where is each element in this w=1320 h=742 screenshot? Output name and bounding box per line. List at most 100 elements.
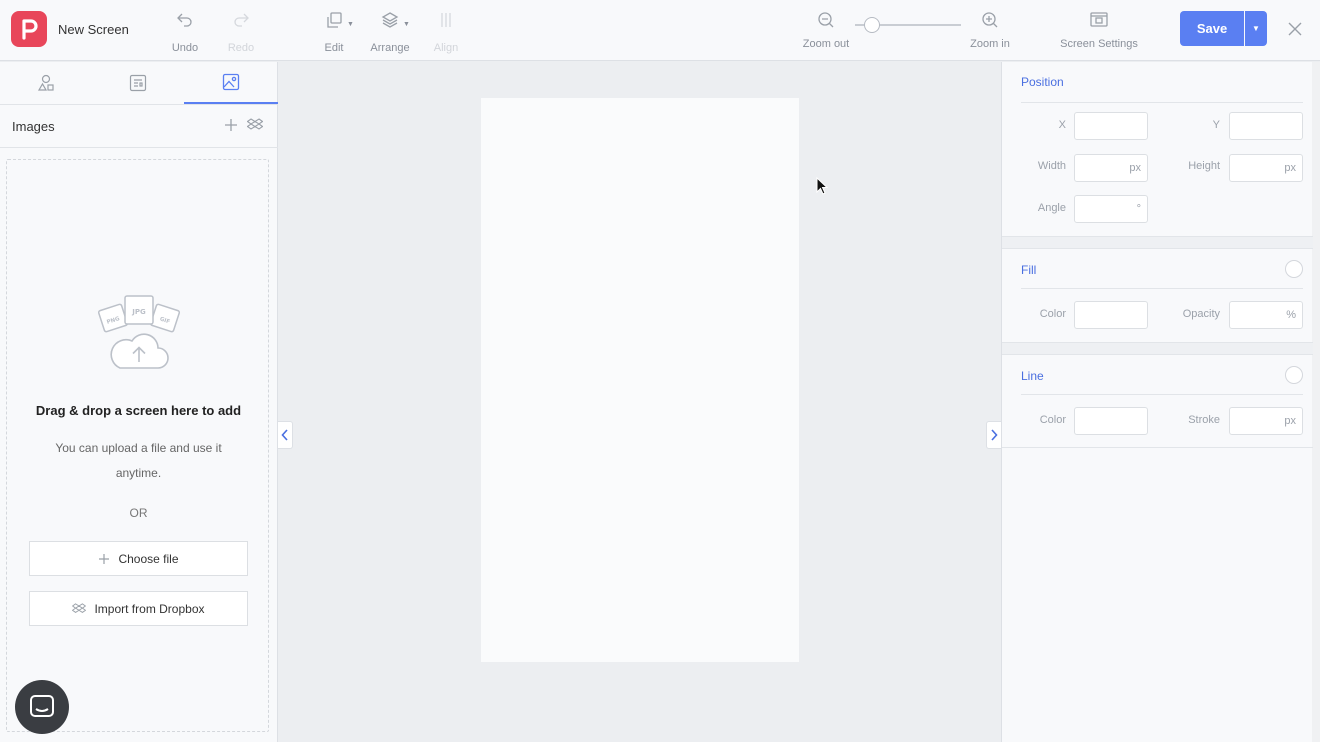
screen-settings-label: Screen Settings	[1060, 38, 1138, 50]
properties-scrollbar[interactable]	[1312, 62, 1320, 742]
left-panel: Images JPG PNG GIF Drag & drop a screen …	[0, 62, 278, 742]
tab-components[interactable]	[92, 62, 184, 104]
zoom-in-button[interactable]: Zoom in	[966, 10, 1014, 50]
edit-button[interactable]: Edit	[318, 10, 350, 54]
zoom-in-label: Zoom in	[970, 38, 1010, 50]
align-button[interactable]: Align	[430, 10, 462, 54]
chevron-down-icon: ▼	[1252, 24, 1260, 33]
import-dropbox-button[interactable]: Import from Dropbox	[29, 591, 248, 626]
section-divider	[1021, 394, 1303, 395]
opacity-input[interactable]: %	[1229, 301, 1303, 329]
section-divider	[1021, 102, 1303, 103]
chat-icon	[30, 695, 54, 717]
screen-artboard[interactable]	[481, 98, 799, 662]
tab-shapes[interactable]	[0, 62, 92, 104]
redo-label: Redo	[227, 42, 255, 54]
components-icon	[129, 74, 147, 92]
angle-unit: °	[1136, 203, 1141, 215]
height-unit: px	[1284, 162, 1296, 174]
fill-section-title: Fill	[1021, 263, 1037, 277]
angle-input[interactable]: °	[1074, 195, 1148, 223]
add-image-icon[interactable]	[224, 118, 238, 132]
height-input[interactable]: px	[1229, 154, 1303, 182]
jpg-label: JPG	[131, 308, 146, 316]
line-color-input[interactable]	[1074, 407, 1148, 435]
tab-images[interactable]	[184, 62, 278, 104]
save-options-dropdown[interactable]: ▼	[1245, 11, 1267, 46]
fill-color-input[interactable]	[1074, 301, 1148, 329]
mouse-cursor-icon	[816, 177, 829, 195]
dropzone-or: OR	[129, 506, 148, 520]
save-button[interactable]: Save	[1180, 11, 1244, 46]
fill-toggle[interactable]	[1285, 260, 1303, 278]
x-input[interactable]	[1074, 112, 1148, 140]
close-icon[interactable]	[1287, 21, 1303, 37]
line-toggle[interactable]	[1285, 366, 1303, 384]
height-label: Height	[1188, 160, 1220, 172]
document-title[interactable]: New Screen	[58, 22, 129, 37]
section-divider	[0, 147, 278, 148]
upload-files-illustration: JPG PNG GIF	[98, 295, 180, 369]
edit-label: Edit	[324, 42, 344, 54]
stroke-input[interactable]: px	[1229, 407, 1303, 435]
choose-file-button[interactable]: Choose file	[29, 541, 248, 576]
undo-icon	[177, 13, 192, 27]
line-section-title: Line	[1021, 369, 1044, 383]
tabs-divider	[0, 104, 278, 105]
y-label: Y	[1212, 119, 1220, 131]
section-separator	[1002, 236, 1313, 249]
chevron-right-icon	[991, 429, 998, 441]
zoom-out-label: Zoom out	[802, 38, 850, 50]
image-dropzone[interactable]: JPG PNG GIF Drag & drop a screen here to…	[6, 159, 269, 732]
image-icon	[222, 73, 240, 91]
arrange-label: Arrange	[370, 42, 410, 54]
undo-label: Undo	[171, 42, 199, 54]
stroke-label: Stroke	[1188, 414, 1220, 426]
chat-launcher[interactable]	[15, 680, 69, 734]
zoom-out-button[interactable]: Zoom out	[801, 10, 851, 50]
import-dropbox-label: Import from Dropbox	[94, 601, 205, 616]
stroke-unit: px	[1284, 415, 1296, 427]
shapes-icon	[37, 74, 54, 91]
y-input[interactable]	[1229, 112, 1303, 140]
zoom-in-icon	[982, 12, 998, 28]
redo-icon	[234, 13, 249, 27]
width-unit: px	[1129, 162, 1141, 174]
section-separator	[1002, 342, 1313, 355]
collapse-right-panel-button[interactable]	[986, 421, 1001, 449]
top-toolbar: New Screen Undo Redo Edit ▼ Arrange ▼ Al…	[0, 0, 1320, 61]
angle-label: Angle	[1037, 202, 1066, 214]
opacity-label: Opacity	[1182, 308, 1220, 320]
section-divider	[1002, 447, 1313, 448]
app-logo[interactable]	[11, 11, 47, 47]
dropbox-icon[interactable]	[247, 118, 263, 132]
undo-button[interactable]: Undo	[168, 10, 202, 54]
width-label: Width	[1037, 160, 1066, 172]
opacity-unit: %	[1286, 309, 1296, 321]
redo-button[interactable]: Redo	[224, 10, 258, 54]
line-color-label: Color	[1039, 414, 1066, 426]
section-divider	[1021, 288, 1303, 289]
choose-file-label: Choose file	[118, 551, 179, 566]
zoom-slider-handle[interactable]	[864, 17, 880, 33]
dropzone-description: You can upload a file and use it anytime…	[55, 441, 222, 480]
logo-icon	[22, 19, 38, 40]
chevron-left-icon	[281, 429, 288, 441]
edit-icon	[327, 12, 342, 28]
align-icon	[441, 13, 451, 27]
arrange-button[interactable]: Arrange	[370, 10, 410, 54]
position-section-title: Position	[1021, 75, 1064, 89]
plus-icon	[99, 553, 110, 564]
x-label: X	[1058, 119, 1066, 131]
dropbox-icon	[72, 602, 87, 613]
properties-panel: Position X Y Width px Height px Angle ° …	[1001, 62, 1320, 742]
arrange-dropdown-icon[interactable]: ▼	[403, 21, 410, 28]
screen-settings-icon	[1090, 12, 1108, 27]
edit-dropdown-icon[interactable]: ▼	[347, 21, 354, 28]
width-input[interactable]: px	[1074, 154, 1148, 182]
fill-color-label: Color	[1039, 308, 1066, 320]
align-label: Align	[433, 42, 459, 54]
screen-settings-button[interactable]: Screen Settings	[1058, 10, 1140, 50]
collapse-left-panel-button[interactable]	[278, 421, 293, 449]
zoom-out-icon	[818, 12, 834, 28]
